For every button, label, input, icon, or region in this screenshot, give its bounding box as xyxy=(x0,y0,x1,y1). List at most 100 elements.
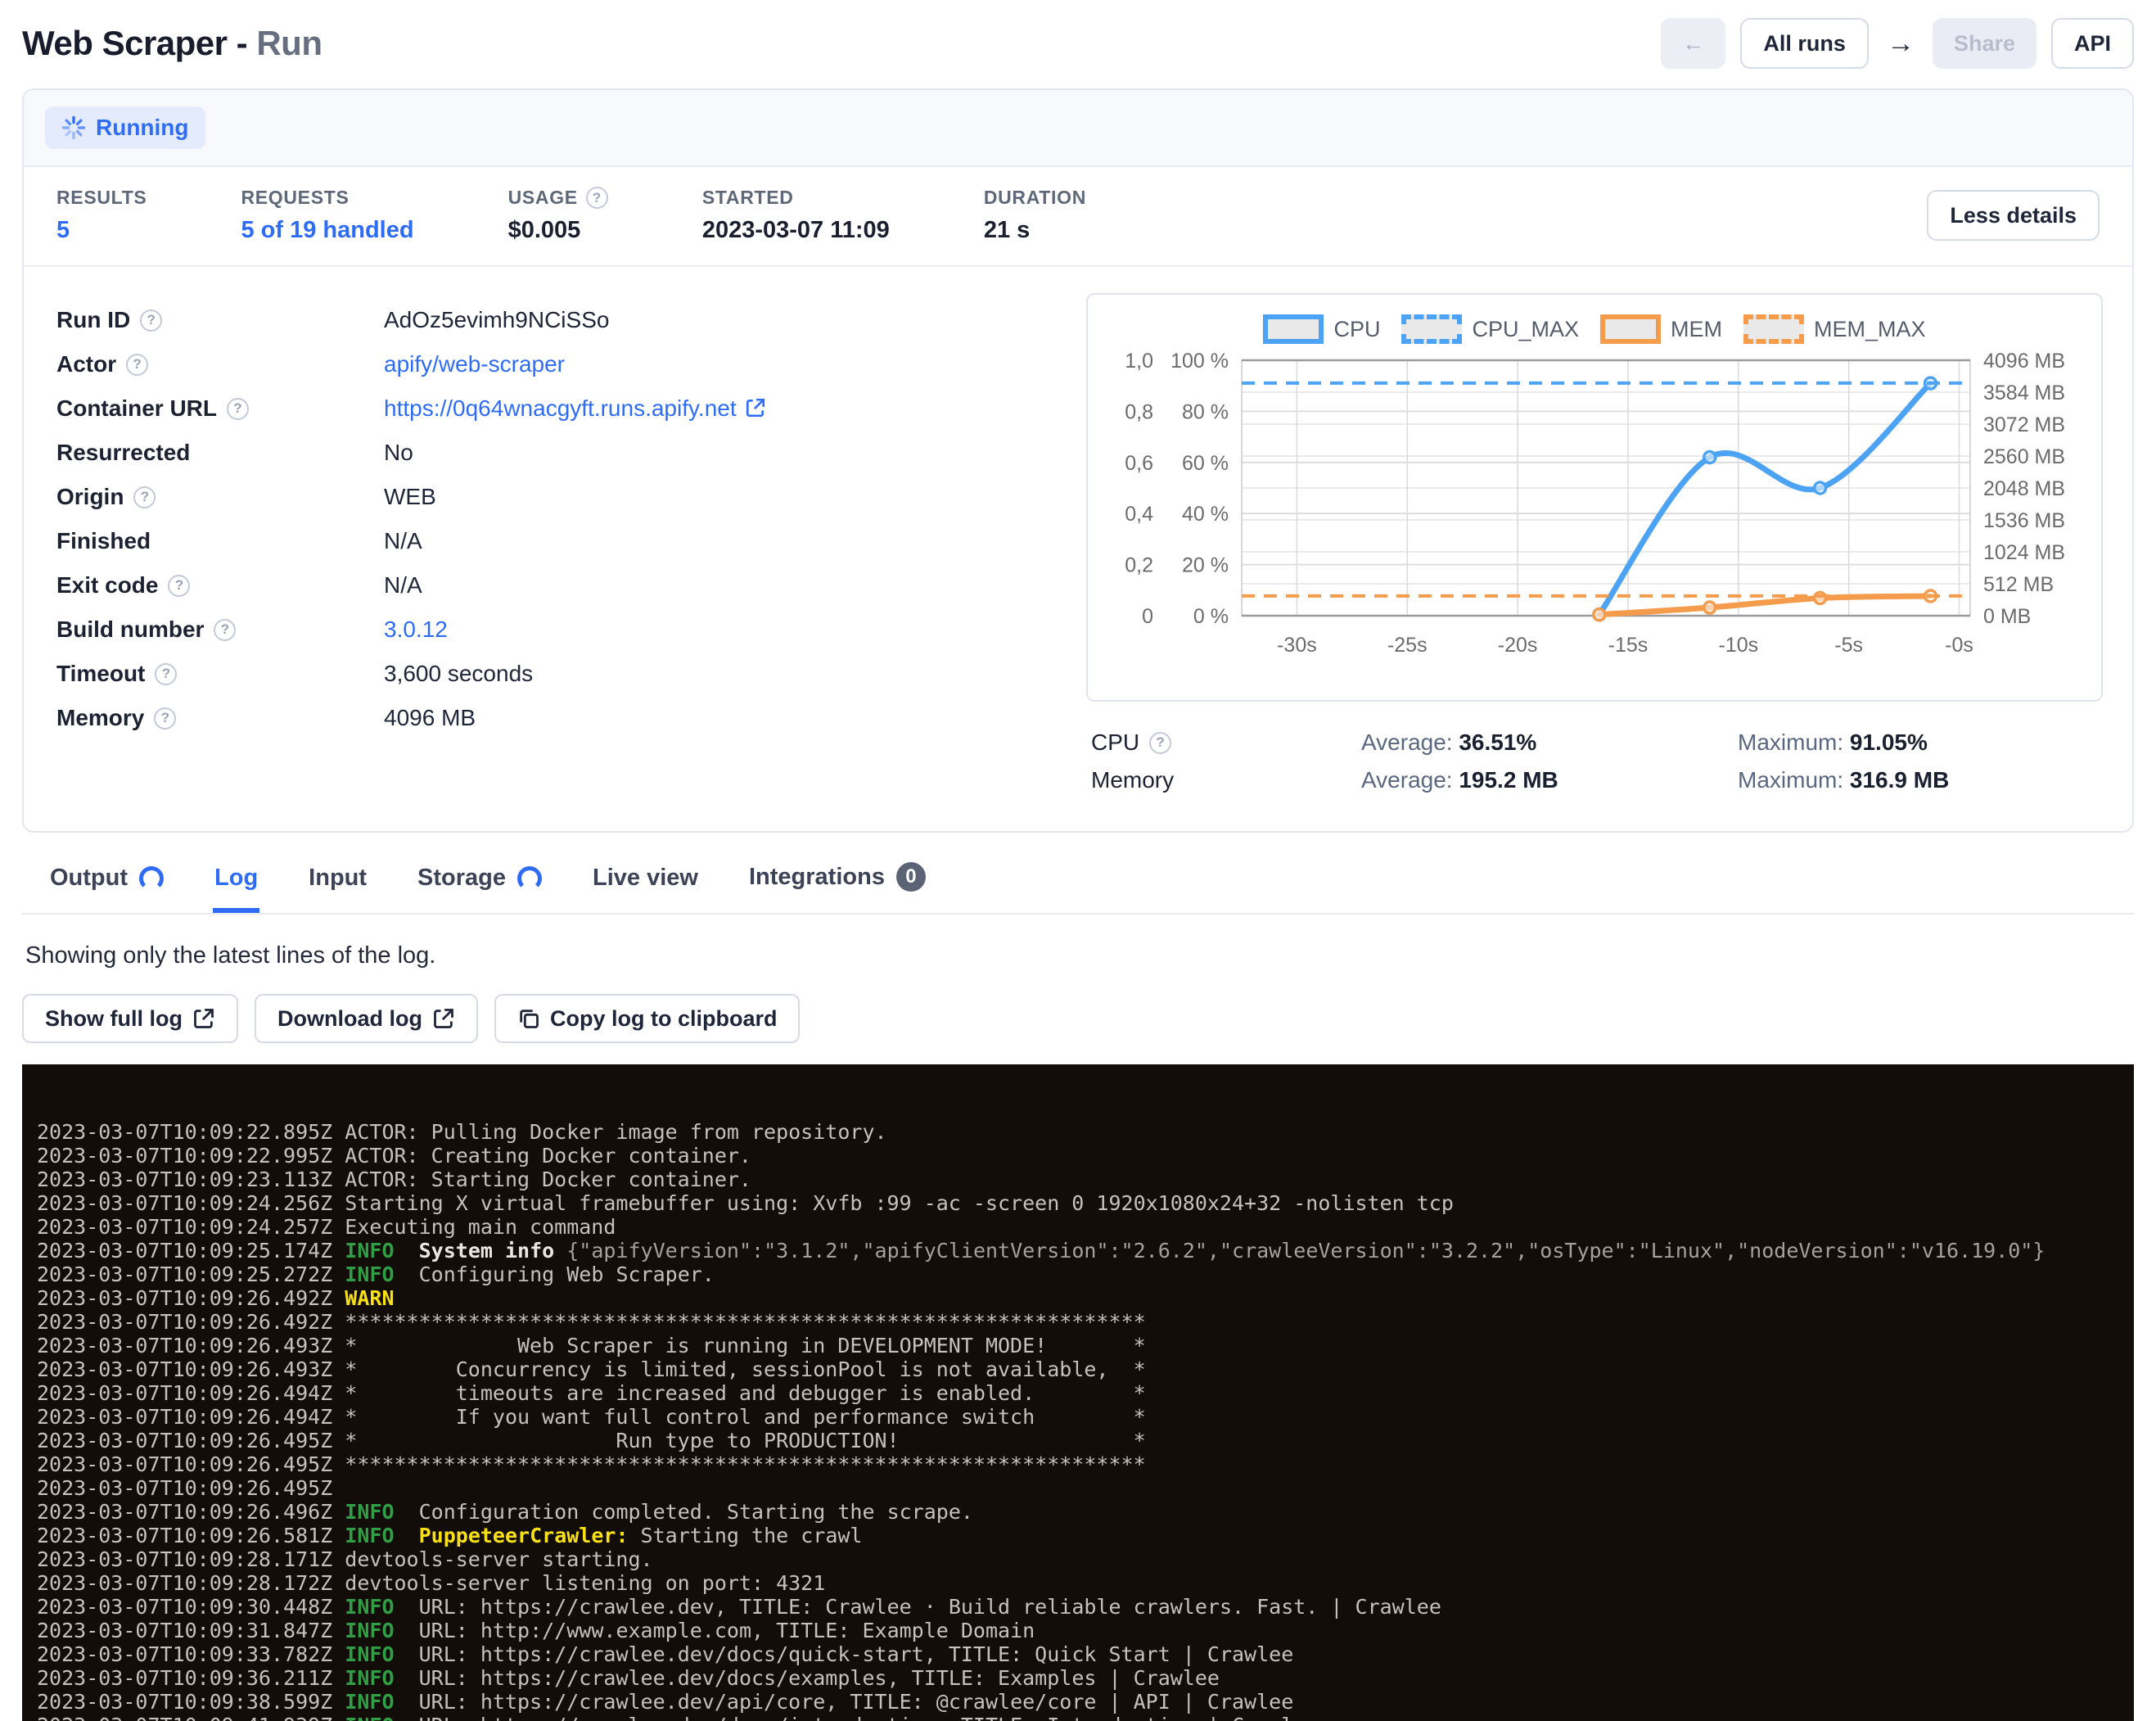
cpu-maximum: Maximum: 91.05% xyxy=(1738,730,2103,756)
log-line: 2023-03-07T10:09:36.211Z INFO URL: https… xyxy=(37,1666,2134,1690)
status-strip: Running xyxy=(24,90,2132,167)
help-icon[interactable]: ? xyxy=(168,575,190,597)
previous-run-button[interactable]: ← xyxy=(1661,18,1725,69)
detail-label: Timeout? xyxy=(56,661,384,687)
detail-label: Build number? xyxy=(56,617,384,643)
detail-label: Memory? xyxy=(56,705,384,731)
tab-integrations[interactable]: Integrations0 xyxy=(747,851,927,913)
tab-label: Storage xyxy=(417,865,506,892)
show-full-log-button[interactable]: Show full log xyxy=(22,994,238,1043)
usage-help-icon[interactable]: ? xyxy=(586,187,608,209)
requests-value-link[interactable]: 5 of 19 handled xyxy=(241,217,413,244)
detail-label: Finished xyxy=(56,528,384,554)
stat-results: RESULTS 5 xyxy=(56,187,147,244)
detail-label: Actor? xyxy=(56,351,384,377)
svg-text:-15s: -15s xyxy=(1608,634,1649,657)
tab-storage[interactable]: Storage xyxy=(416,853,544,913)
svg-text:1536 MB: 1536 MB xyxy=(1983,509,2065,532)
detail-value[interactable]: apify/web-scraper xyxy=(384,351,565,377)
svg-text:1,0: 1,0 xyxy=(1125,350,1153,373)
results-value-link[interactable]: 5 xyxy=(56,217,147,244)
copy-log-button[interactable]: Copy log to clipboard xyxy=(494,994,801,1043)
tab-label: Output xyxy=(50,865,128,892)
stat-duration: DURATION 21 s xyxy=(984,187,1086,244)
log-line: 2023-03-07T10:09:26.493Z * Concurrency i… xyxy=(37,1357,2134,1381)
cpu-average: Average: 36.51% xyxy=(1361,730,1738,756)
detail-value: N/A xyxy=(384,528,422,554)
svg-text:40 %: 40 % xyxy=(1182,503,1229,526)
log-line: 2023-03-07T10:09:26.492Z ***************… xyxy=(37,1310,2134,1334)
svg-text:-0s: -0s xyxy=(1945,634,1973,657)
legend-item-cpu_max[interactable]: CPU_MAX xyxy=(1401,314,1579,344)
tab-live-view[interactable]: Live view xyxy=(591,853,700,913)
detail-row: Memory?4096 MB xyxy=(56,696,1086,740)
detail-row: Container URL?https://0q64wnacgyft.runs.… xyxy=(56,386,1086,431)
svg-text:-20s: -20s xyxy=(1498,634,1538,657)
cpu-help-icon[interactable]: ? xyxy=(1149,732,1171,754)
tab-output[interactable]: Output xyxy=(48,853,165,913)
help-icon[interactable]: ? xyxy=(155,663,177,685)
stats-row: RESULTS 5 REQUESTS 5 of 19 handled USAGE… xyxy=(24,167,2132,267)
svg-text:60 %: 60 % xyxy=(1182,452,1229,475)
help-icon[interactable]: ? xyxy=(140,309,162,332)
svg-text:-5s: -5s xyxy=(1834,634,1863,657)
api-button[interactable]: API xyxy=(2051,18,2134,69)
detail-value: No xyxy=(384,440,413,466)
status-label: Running xyxy=(96,115,189,141)
less-details-button[interactable]: Less details xyxy=(1927,190,2100,241)
usage-chart-card: CPUCPU_MAXMEMMEM_MAX 1,00,80,60,40,20100… xyxy=(1086,293,2103,702)
help-icon[interactable]: ? xyxy=(214,619,236,641)
tab-log[interactable]: Log xyxy=(213,853,259,913)
usage-stats: CPU? Average: 36.51% Maximum: 91.05% Mem… xyxy=(1086,730,2103,793)
svg-text:3072 MB: 3072 MB xyxy=(1983,413,2065,436)
help-icon[interactable]: ? xyxy=(133,486,156,508)
legend-swatch xyxy=(1401,314,1462,344)
copy-icon xyxy=(517,1007,540,1030)
log-line: 2023-03-07T10:09:26.494Z * timeouts are … xyxy=(37,1381,2134,1405)
help-icon[interactable]: ? xyxy=(154,707,176,730)
help-icon[interactable]: ? xyxy=(126,354,148,376)
svg-text:20 %: 20 % xyxy=(1182,554,1229,577)
svg-text:80 %: 80 % xyxy=(1182,400,1229,423)
download-log-button[interactable]: Download log xyxy=(255,994,478,1043)
svg-text:0 %: 0 % xyxy=(1193,605,1229,628)
log-line: 2023-03-07T10:09:25.272Z INFO Configurin… xyxy=(37,1263,2134,1286)
log-line: 2023-03-07T10:09:33.782Z INFO URL: https… xyxy=(37,1642,2134,1666)
detail-value[interactable]: https://0q64wnacgyft.runs.apify.net xyxy=(384,395,766,422)
spinner-icon xyxy=(139,866,164,891)
page-title: Web Scraper - Run xyxy=(22,24,322,63)
log-line: 2023-03-07T10:09:24.257Z Executing main … xyxy=(37,1215,2134,1239)
legend-item-mem[interactable]: MEM xyxy=(1600,314,1722,344)
detail-value: 3,600 seconds xyxy=(384,661,533,687)
share-button[interactable]: Share xyxy=(1933,18,2036,69)
detail-label: Run ID? xyxy=(56,307,384,333)
detail-label: Exit code? xyxy=(56,572,384,599)
memory-maximum: Maximum: 316.9 MB xyxy=(1738,767,2103,793)
log-line: 2023-03-07T10:09:25.174Z INFO System inf… xyxy=(37,1239,2134,1263)
external-link-icon xyxy=(432,1007,455,1030)
detail-value: WEB xyxy=(384,484,436,510)
legend-item-mem_max[interactable]: MEM_MAX xyxy=(1743,314,1926,344)
svg-text:100 %: 100 % xyxy=(1170,350,1229,373)
next-run-arrow-icon[interactable]: → xyxy=(1883,28,1918,60)
svg-text:1024 MB: 1024 MB xyxy=(1983,541,2065,564)
log-line: 2023-03-07T10:09:23.113Z ACTOR: Starting… xyxy=(37,1168,2134,1191)
status-badge: Running xyxy=(45,106,205,149)
page-header: Web Scraper - Run ← All runs → Share API xyxy=(22,18,2134,69)
svg-text:0: 0 xyxy=(1142,605,1153,628)
svg-text:-30s: -30s xyxy=(1277,634,1317,657)
log-note: Showing only the latest lines of the log… xyxy=(25,942,2134,969)
detail-value[interactable]: 3.0.12 xyxy=(384,617,448,643)
tab-input[interactable]: Input xyxy=(307,853,368,913)
log-line: 2023-03-07T10:09:28.172Z devtools-server… xyxy=(37,1571,2134,1595)
svg-text:512 MB: 512 MB xyxy=(1983,573,2054,596)
all-runs-button[interactable]: All runs xyxy=(1740,18,1869,69)
memory-average: Average: 195.2 MB xyxy=(1361,767,1738,793)
log-line: 2023-03-07T10:09:41.939Z INFO URL: https… xyxy=(37,1714,2134,1721)
legend-item-cpu[interactable]: CPU xyxy=(1263,314,1380,344)
help-icon[interactable]: ? xyxy=(227,398,249,420)
log-line: 2023-03-07T10:09:28.171Z devtools-server… xyxy=(37,1547,2134,1571)
detail-label: Resurrected xyxy=(56,440,384,466)
run-detail-card: Running RESULTS 5 REQUESTS 5 of 19 handl… xyxy=(22,88,2134,833)
run-tabs: Output Log Input Storage Live view Integratio… xyxy=(22,851,2134,915)
